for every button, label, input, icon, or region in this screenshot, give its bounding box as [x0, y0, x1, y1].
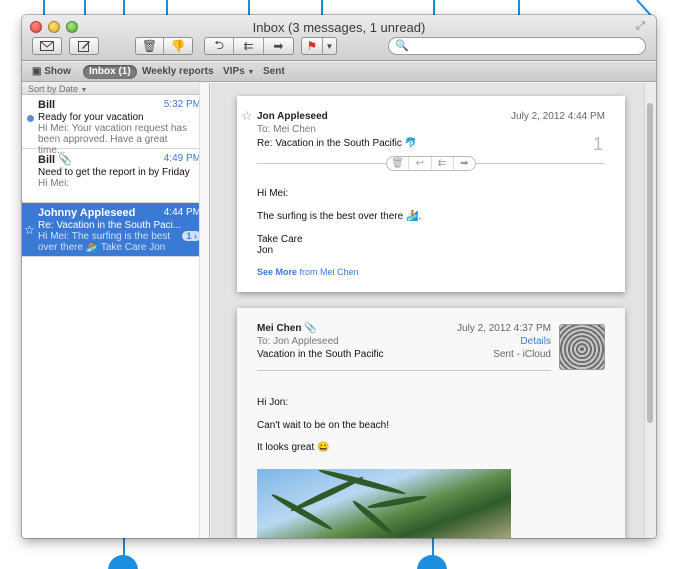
search-icon: 🔍 — [395, 40, 409, 52]
message-list: Sort by Date ▼ Bill 5:32 PM Ready for yo… — [22, 83, 210, 538]
reply-all-icon: ⇇ — [243, 39, 254, 53]
paperclip-icon: 📎 — [304, 323, 317, 334]
flag-menu-button[interactable]: ▼ — [323, 38, 336, 54]
message-date: July 2, 2012 4:44 PM — [511, 111, 605, 122]
message-row[interactable]: Bill 📎 4:49 PM Need to get the report in… — [22, 149, 209, 203]
favorite-inbox[interactable]: Inbox (1) — [83, 65, 137, 79]
window-title: Inbox (3 messages, 1 unread) — [252, 20, 426, 35]
forward-icon[interactable]: ➡ — [454, 157, 475, 170]
message-subject: Re: Vacation in the South Pacific 🐬 — [257, 138, 418, 149]
trash-icon: 🗑 — [141, 39, 158, 53]
mail-window: Inbox (3 messages, 1 unread) ⤢ 🗑 👎 ⮌ ⇇ ➡… — [22, 15, 656, 538]
reply-icon: ⮌ — [214, 37, 224, 52]
chevron-down-icon: ▼ — [80, 87, 88, 94]
callout-marker — [108, 555, 138, 569]
body-line: Hi Jon: — [257, 397, 289, 408]
flag-button[interactable]: ⚑ — [302, 38, 323, 54]
see-more-label: See More — [257, 267, 298, 277]
forward-button[interactable]: ➡ — [264, 38, 293, 54]
body-line: The surfing is the best over there 🏄. — [257, 211, 422, 222]
reply-button[interactable]: ⮌ — [205, 37, 235, 54]
message-row-selected[interactable]: ☆ Johnny Appleseed 4:44 PM Re: Vacation … — [22, 203, 209, 257]
sort-menu[interactable]: Sort by Date ▼ — [22, 83, 209, 95]
favorite-weekly-reports[interactable]: Weekly reports — [142, 65, 214, 79]
beach-photo — [257, 469, 511, 538]
search-input[interactable] — [409, 39, 639, 53]
flag-icon: ⚑ — [306, 39, 318, 53]
junk-button[interactable]: 👎 — [164, 38, 192, 54]
sender-photo — [559, 324, 605, 370]
fullscreen-icon[interactable]: ⤢ — [636, 20, 648, 32]
compose-icon — [77, 41, 90, 52]
star-icon[interactable]: ☆ — [24, 223, 35, 237]
message-viewer: ☆ Jon Appleseed To: Mei Chen Re: Vacatio… — [211, 83, 656, 538]
delete-button[interactable]: 🗑 — [136, 38, 165, 54]
message-date: 5:32 PM — [163, 99, 201, 110]
vips-label: VIPs — [223, 66, 245, 77]
list-scrollbar[interactable] — [199, 83, 209, 538]
compose-button[interactable] — [69, 37, 99, 55]
thread-position: 1 — [592, 134, 603, 154]
envelope-icon — [40, 41, 54, 51]
callout-marker — [417, 555, 447, 569]
body-line: Take Care — [257, 234, 303, 245]
titlebar: Inbox (3 messages, 1 unread) ⤢ 🗑 👎 ⮌ ⇇ ➡… — [22, 15, 656, 61]
message-from: Mei Chen 📎 — [257, 323, 317, 334]
message-card: Mei Chen 📎 To: Jon Appleseed Vacation in… — [237, 308, 625, 538]
body-line: Jon — [257, 245, 274, 256]
star-icon[interactable]: ☆ — [241, 108, 253, 124]
message-preview: Hi Mei: — [38, 178, 70, 189]
mailbox-label: Sent - iCloud — [493, 349, 551, 360]
flag-group: ⚑ ▼ — [301, 37, 337, 55]
thread-count: 1 — [186, 231, 192, 241]
header-divider — [257, 370, 551, 371]
message-date: July 2, 2012 4:37 PM — [457, 323, 551, 334]
chevron-down-icon: ▼ — [325, 41, 334, 51]
unread-indicator — [27, 115, 34, 122]
scrollbar-thumb[interactable] — [647, 103, 653, 423]
chevron-down-icon: ▼ — [247, 69, 255, 76]
message-date: 4:49 PM — [163, 153, 201, 164]
message-date: 4:44 PM — [163, 207, 201, 218]
message-subject: Vacation in the South Pacific — [257, 349, 384, 360]
sort-label: Sort by Date — [28, 84, 79, 94]
message-subject: Re: Vacation in the South Paci... — [38, 220, 182, 231]
message-preview: Hi Mei: The surfing is the best over the… — [38, 231, 171, 253]
body-line: Can't wait to be on the beach! — [257, 420, 389, 431]
message-from: Jon Appleseed — [257, 111, 328, 122]
sender-name: Mei Chen — [257, 323, 302, 334]
body-line: Hi Mei: — [257, 188, 289, 199]
message-card: ☆ Jon Appleseed To: Mei Chen Re: Vacatio… — [237, 96, 625, 292]
inline-message-toolbar: 🗑 ↩ ⇇ ➡ — [386, 156, 476, 171]
details-link[interactable]: Details — [520, 336, 551, 347]
favorite-vips[interactable]: VIPs ▼ — [223, 65, 254, 79]
favorites-bar: ▣ Show Inbox (1) Weekly reports VIPs ▼ S… — [22, 62, 656, 82]
get-mail-button[interactable] — [32, 37, 62, 55]
reply-icon[interactable]: ↩ — [409, 157, 432, 170]
message-subject: Need to get the report in by Friday — [38, 167, 190, 178]
reply-group: ⮌ ⇇ ➡ — [204, 37, 294, 55]
reply-all-icon[interactable]: ⇇ — [432, 157, 454, 170]
favorite-sent[interactable]: Sent — [263, 65, 285, 79]
show-mailboxes-button[interactable]: ▣ Show — [32, 65, 71, 79]
reply-all-button[interactable]: ⇇ — [234, 38, 264, 54]
mailbox-list-icon: ▣ — [32, 66, 42, 77]
search-field[interactable]: 🔍 — [388, 37, 646, 55]
forward-icon: ➡ — [273, 39, 284, 53]
message-to: To: Mei Chen — [257, 124, 316, 135]
message-subject: Ready for your vacation — [38, 112, 144, 123]
message-row[interactable]: Bill 5:32 PM Ready for your vacation Hi … — [22, 95, 209, 156]
viewer-scrollbar[interactable] — [644, 83, 656, 538]
trash-icon[interactable]: 🗑 — [387, 157, 410, 170]
paperclip-icon: 📎 — [58, 154, 72, 166]
show-label: Show — [44, 66, 71, 77]
sender-name: Bill — [38, 154, 56, 166]
see-more-link[interactable]: See More from Mei Chen — [257, 267, 359, 277]
thumbs-down-icon: 👎 — [170, 39, 186, 53]
delete-junk-group: 🗑 👎 — [135, 37, 193, 55]
message-to: To: Jon Appleseed — [257, 336, 339, 347]
see-more-from: from Mei Chen — [299, 267, 359, 277]
body-line: It looks great 😀 — [257, 442, 330, 453]
